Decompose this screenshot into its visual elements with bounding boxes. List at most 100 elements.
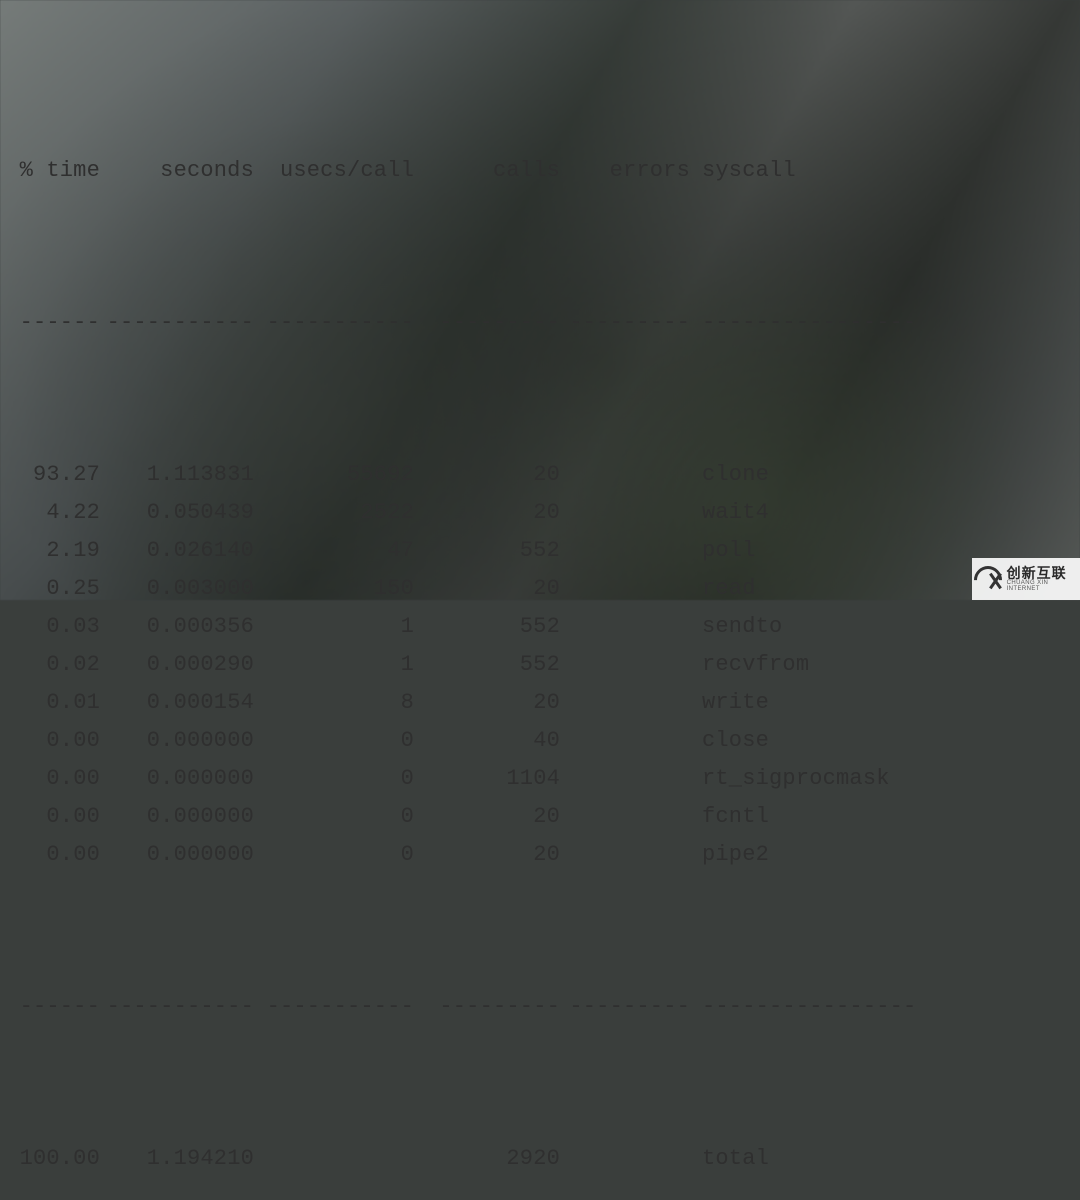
cell-calls: 40 — [414, 722, 560, 760]
header-seconds: seconds — [100, 152, 254, 190]
total-syscall: total — [702, 1140, 1062, 1178]
cell-calls: 1104 — [414, 760, 560, 798]
total-usecs — [254, 1140, 414, 1178]
dash: ---------------- — [702, 304, 1062, 342]
cell-time: 2.19 — [18, 532, 100, 570]
dash: --------- — [560, 988, 690, 1026]
table-row: 0.000.000000020 pipe2 — [18, 836, 1062, 874]
cell-calls: 552 — [414, 646, 560, 684]
cell-usecs: 0 — [254, 760, 414, 798]
cell-time: 0.25 — [18, 570, 100, 608]
cell-seconds: 0.000000 — [100, 722, 254, 760]
cell-errors — [560, 722, 690, 760]
cell-seconds: 0.050439 — [100, 494, 254, 532]
cell-calls: 552 — [414, 532, 560, 570]
watermark-text-big: 创新互联 — [1007, 566, 1080, 580]
cell-seconds: 0.000000 — [100, 836, 254, 874]
cell-seconds: 0.026140 — [100, 532, 254, 570]
cell-syscall: wait4 — [702, 494, 1062, 532]
cell-syscall: sendto — [702, 608, 1062, 646]
cell-time: 0.00 — [18, 798, 100, 836]
cell-syscall: write — [702, 684, 1062, 722]
cell-errors — [560, 570, 690, 608]
total-errors — [560, 1140, 690, 1178]
cell-errors — [560, 836, 690, 874]
cell-seconds: 0.000154 — [100, 684, 254, 722]
cell-errors — [560, 532, 690, 570]
cell-seconds: 0.003000 — [100, 570, 254, 608]
total-seconds: 1.194210 — [100, 1140, 254, 1178]
header-syscall: syscall — [702, 152, 1062, 190]
cell-time: 0.01 — [18, 684, 100, 722]
table-row: 93.271.1138315569220clone — [18, 456, 1062, 494]
divider-row: ------ ----------- ----------- ---------… — [18, 304, 1062, 342]
table-row: 0.030.0003561552 sendto — [18, 608, 1062, 646]
divider-row: ------ ----------- ----------- ---------… — [18, 988, 1062, 1026]
cell-seconds: 1.113831 — [100, 456, 254, 494]
cell-errors — [560, 456, 690, 494]
header-errors: errors — [560, 152, 690, 190]
dash: ---------------- — [702, 988, 1062, 1026]
cell-syscall: close — [702, 722, 1062, 760]
table-row: 0.010.000154820 write — [18, 684, 1062, 722]
cell-time: 0.02 — [18, 646, 100, 684]
cell-time: 0.03 — [18, 608, 100, 646]
dash: --------- — [414, 304, 560, 342]
cell-calls: 552 — [414, 608, 560, 646]
header-time: % time — [18, 152, 100, 190]
cell-time: 0.00 — [18, 722, 100, 760]
watermark-text-small: CHUANG XIN INTERNET — [1007, 580, 1080, 592]
cell-errors — [560, 646, 690, 684]
cell-time: 0.00 — [18, 836, 100, 874]
total-row: 100.00 1.194210 2920 total — [18, 1140, 1062, 1178]
cell-calls: 20 — [414, 798, 560, 836]
dash: ------ — [18, 988, 100, 1026]
dash: --------- — [414, 988, 560, 1026]
dash: ----------- — [100, 304, 254, 342]
watermark-icon — [972, 566, 1001, 592]
cell-syscall: clone — [702, 456, 1062, 494]
cell-calls: 20 — [414, 494, 560, 532]
table-row: 0.020.0002901552recvfrom — [18, 646, 1062, 684]
total-calls: 2920 — [414, 1140, 560, 1178]
cell-usecs: 47 — [254, 532, 414, 570]
total-time: 100.00 — [18, 1140, 100, 1178]
cell-time: 4.22 — [18, 494, 100, 532]
cell-time: 0.00 — [18, 760, 100, 798]
cell-calls: 20 — [414, 570, 560, 608]
cell-calls: 20 — [414, 684, 560, 722]
dash: ----------- — [254, 988, 414, 1026]
cell-syscall: fcntl — [702, 798, 1062, 836]
cell-errors — [560, 494, 690, 532]
cell-usecs: 1 — [254, 646, 414, 684]
table-row: 2.190.02614047552poll — [18, 532, 1062, 570]
cell-calls: 20 — [414, 836, 560, 874]
cell-seconds: 0.000000 — [100, 798, 254, 836]
header-row: % time seconds usecs/call calls errors s… — [18, 152, 1062, 190]
cell-errors — [560, 760, 690, 798]
cell-usecs: 0 — [254, 798, 414, 836]
table-row: 4.220.050439252220wait4 — [18, 494, 1062, 532]
cell-usecs: 1 — [254, 608, 414, 646]
header-usecs: usecs/call — [254, 152, 414, 190]
cell-seconds: 0.000356 — [100, 608, 254, 646]
cell-usecs: 0 — [254, 836, 414, 874]
cell-time: 93.27 — [18, 456, 100, 494]
cell-seconds: 0.000290 — [100, 646, 254, 684]
cell-syscall: rt_sigprocmask — [702, 760, 1062, 798]
cell-usecs: 8 — [254, 684, 414, 722]
dash: ------ — [18, 304, 100, 342]
table-row: 0.250.00300015020read — [18, 570, 1062, 608]
cell-usecs: 55692 — [254, 456, 414, 494]
cell-errors — [560, 684, 690, 722]
watermark-logo: 创新互联 CHUANG XIN INTERNET — [972, 558, 1080, 600]
dash: ----------- — [100, 988, 254, 1026]
cell-errors — [560, 798, 690, 836]
cell-errors — [560, 608, 690, 646]
cell-usecs: 150 — [254, 570, 414, 608]
terminal-output: % time seconds usecs/call calls errors s… — [18, 38, 1062, 1200]
table-row: 0.000.000000020 fcntl — [18, 798, 1062, 836]
table-row: 0.000.00000001104rt_sigprocmask — [18, 760, 1062, 798]
dash: ----------- — [254, 304, 414, 342]
cell-syscall: pipe2 — [702, 836, 1062, 874]
